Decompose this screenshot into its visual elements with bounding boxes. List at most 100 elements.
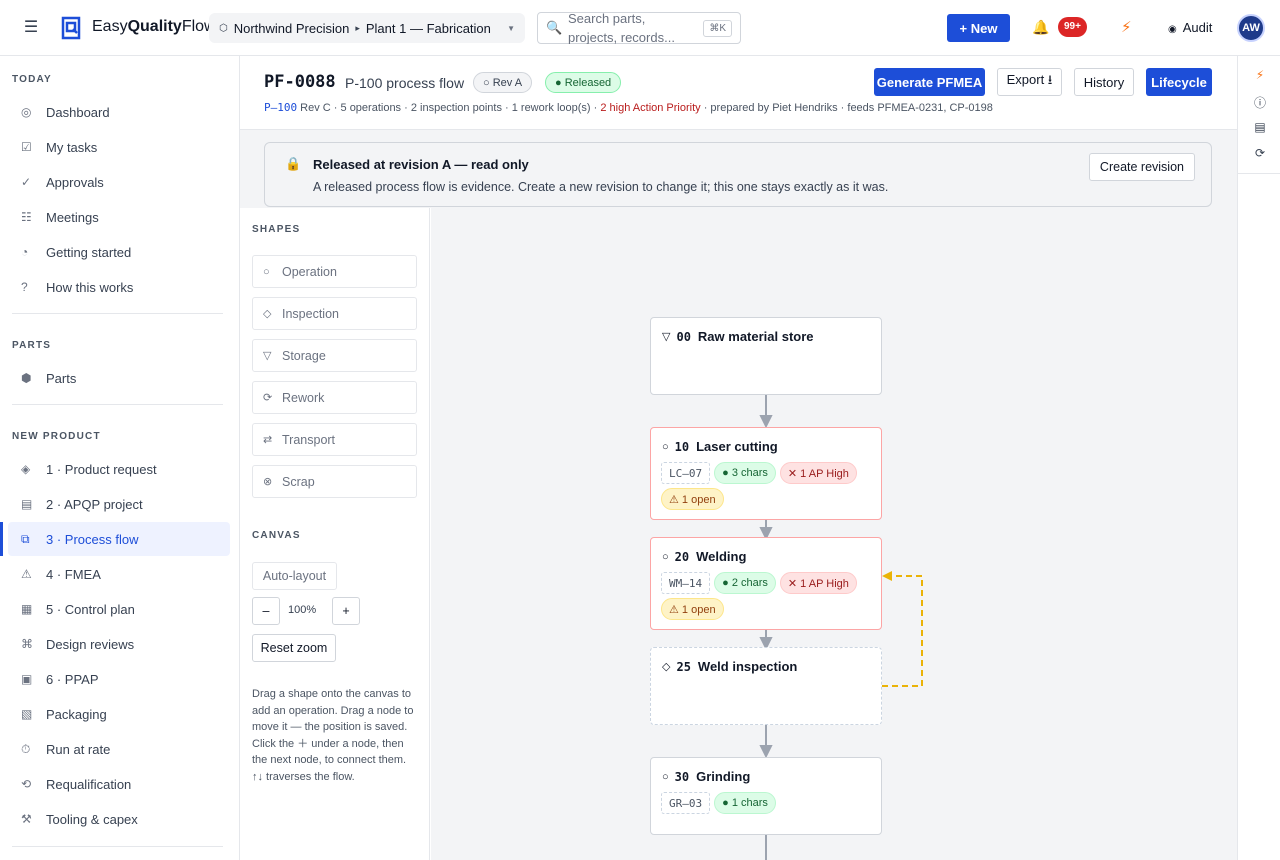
node-title: Welding: [696, 549, 747, 564]
sidebar-item-label: Packaging: [46, 706, 107, 722]
sidebar-item-process-flow[interactable]: ⧉ 3 · Process flow: [8, 522, 230, 556]
shape-transport[interactable]: ⇄ Transport: [252, 423, 417, 456]
sidebar-item-label: How this works: [46, 279, 134, 295]
shape-operation[interactable]: ○ Operation: [252, 255, 417, 288]
reset-zoom-button[interactable]: Reset zoom: [252, 634, 336, 662]
characteristics-chip[interactable]: ● 3 chars: [714, 462, 776, 484]
dashboard-icon: ◎: [21, 105, 32, 119]
refresh-icon[interactable]: ⟳: [1252, 146, 1268, 160]
sidebar-item-how-this-works[interactable]: ? How this works: [8, 270, 230, 304]
lifecycle-button[interactable]: Lifecycle: [1146, 68, 1212, 96]
history-button[interactable]: History: [1074, 68, 1134, 96]
shape-scrap[interactable]: ⊗ Scrap: [252, 465, 417, 498]
plant-name: Northwind Precision: [233, 20, 350, 36]
node-title: Grinding: [696, 769, 751, 784]
stopwatch-icon: ⏱: [21, 741, 31, 756]
sidebar-section-parts: PARTS: [12, 340, 52, 351]
zoom-out-button[interactable]: –: [252, 597, 280, 625]
flow-node-10[interactable]: ○ 10 Laser cutting LC–07 ● 3 chars ✕ 1 AP …: [650, 427, 882, 520]
list-icon: ☷: [21, 210, 32, 224]
grid-icon: ▦: [21, 602, 33, 616]
banner-title: Released at revision A — read only: [313, 157, 529, 172]
sidebar-item-meetings[interactable]: ☷ Meetings: [8, 200, 230, 234]
action-priority-chip[interactable]: ✕ 1 AP High: [779, 572, 857, 594]
app-logo-icon: [61, 16, 81, 40]
plant-selector[interactable]: ⬡ Northwind Precision ▸ Plant 1 — Fabric…: [209, 13, 525, 43]
app-name: EasyQualityFlow: [92, 18, 216, 35]
node-title: Raw material store: [697, 329, 814, 344]
sidebar-item-design-reviews[interactable]: ⌘ Design reviews: [8, 627, 230, 661]
search-input[interactable]: 🔍 Search parts, projects, records... ⌘K: [537, 12, 741, 44]
open-items-chip[interactable]: ⚠ 1 open: [661, 488, 724, 510]
sidebar-item-packaging[interactable]: ▧ Packaging: [8, 697, 230, 731]
shapes-panel: SHAPES ○ Operation ◇ Inspection ▽ Storage ⟳…: [240, 208, 430, 860]
flow-node-30[interactable]: ○ 30 Grinding GR–03 ● 1 chars: [650, 757, 882, 835]
sidebar-item-ppap[interactable]: ▣ 6 · PPAP: [8, 662, 230, 696]
sidebar-item-getting-started[interactable]: ◔ Getting started: [8, 235, 230, 269]
sidebar: TODAY ◎ Dashboard ☑ My tasks ✓ Approvals ☷ M…: [0, 56, 240, 860]
arrows-icon: ⇄: [263, 434, 273, 446]
characteristics-chip[interactable]: ● 1 chars: [714, 792, 776, 814]
page-summary: P–100 Rev C · 5 operations · 2 inspectio…: [264, 101, 993, 114]
generate-pfmea-button[interactable]: Generate PFMEA: [874, 68, 985, 96]
document-icon[interactable]: ▤: [1252, 120, 1268, 134]
machine-code-chip: LC–07: [661, 462, 711, 484]
hamburger-menu-icon[interactable]: ☰: [22, 18, 40, 38]
auto-layout-button[interactable]: Auto-layout: [252, 562, 337, 590]
open-items-chip[interactable]: ⚠ 1 open: [661, 598, 724, 620]
shape-storage[interactable]: ▽ Storage: [252, 339, 417, 372]
sidebar-item-requalification[interactable]: ⟲ Requalification: [8, 767, 230, 801]
shape-inspection[interactable]: ◇ Inspection: [252, 297, 417, 330]
sidebar-item-label: Parts: [46, 370, 77, 386]
create-revision-button[interactable]: Create revision: [1088, 153, 1195, 181]
high-priority-count: 2 high Action Priority: [600, 102, 701, 114]
canvas-help-text: Drag a shape onto the canvas to add an o…: [252, 688, 414, 783]
sidebar-item-control-plan[interactable]: ▦ 5 · Control plan: [8, 592, 230, 626]
sidebar-item-label: 4 · FMEA: [46, 566, 101, 582]
zoom-in-button[interactable]: +: [332, 597, 360, 625]
sidebar-item-tooling-capex[interactable]: ⚒ Tooling & capex: [8, 802, 230, 836]
sidebar-section-new-product: NEW PRODUCT: [12, 431, 101, 442]
sidebar-item-my-tasks[interactable]: ☑ My tasks: [8, 130, 230, 164]
package-icon: ▧: [21, 707, 33, 721]
sidebar-item-apqp-project[interactable]: ▤ 2 · APQP project: [8, 487, 230, 521]
checkbox-icon: ☑: [21, 140, 32, 154]
sidebar-item-label: Run at rate: [46, 741, 111, 757]
audit-button[interactable]: ◉ Audit: [1168, 20, 1212, 35]
shortcut-hint: ⌘K: [703, 19, 732, 37]
top-bar: ☰ EasyQualityFlow ⬡ Northwind Precision …: [0, 0, 1280, 56]
flow-node-20[interactable]: ○ 20 Welding WM–14 ● 2 chars ✕ 1 AP High ⚠…: [650, 537, 882, 630]
summary-text: Rev C · 5 operations · 2 inspection poin…: [297, 102, 601, 114]
lightning-icon[interactable]: ⚡: [1121, 18, 1132, 36]
lock-icon: 🔒: [285, 156, 302, 171]
sidebar-item-label: 5 · Control plan: [46, 601, 135, 617]
sidebar-item-label: Dashboard: [46, 104, 110, 120]
export-button[interactable]: Export ⭳: [997, 68, 1062, 96]
flow-canvas[interactable]: ▽ 00 Raw material store ○ 10 Laser cutting L…: [431, 208, 1237, 860]
part-link[interactable]: P–100: [264, 101, 297, 114]
lightning-icon[interactable]: ⚡: [1252, 68, 1268, 82]
flow-node-00[interactable]: ▽ 00 Raw material store: [650, 317, 882, 395]
flow-node-25[interactable]: ◇ 25 Weld inspection: [650, 647, 882, 725]
new-button[interactable]: + New: [947, 14, 1010, 42]
bell-icon[interactable]: 🔔: [1032, 19, 1049, 36]
rework-loop: [882, 575, 923, 687]
shape-rework[interactable]: ⟳ Rework: [252, 381, 417, 414]
sidebar-item-fmea[interactable]: ⚠ 4 · FMEA: [8, 557, 230, 591]
banner-text: A released process flow is evidence. Cre…: [313, 180, 889, 194]
sidebar-item-product-request[interactable]: ◈ 1 · Product request: [8, 452, 230, 486]
info-icon[interactable]: ⓘ: [1252, 94, 1268, 111]
diamond-icon: ◈: [21, 462, 31, 476]
sidebar-item-parts[interactable]: ⬢ Parts: [8, 361, 230, 395]
action-priority-chip[interactable]: ✕ 1 AP High: [779, 462, 857, 484]
sidebar-item-dashboard[interactable]: ◎ Dashboard: [8, 95, 230, 129]
site-name: Plant 1 — Fabrication: [365, 20, 491, 36]
tools-icon: ⚒: [21, 812, 32, 826]
characteristics-chip[interactable]: ● 2 chars: [714, 572, 776, 594]
shape-label: Operation: [282, 264, 337, 279]
sidebar-item-run-at-rate[interactable]: ⏱ Run at rate: [8, 732, 230, 766]
sidebar-item-label: 2 · APQP project: [46, 496, 143, 512]
avatar[interactable]: AW: [1237, 14, 1265, 42]
sidebar-item-approvals[interactable]: ✓ Approvals: [8, 165, 230, 199]
node-number: 10: [674, 439, 690, 454]
